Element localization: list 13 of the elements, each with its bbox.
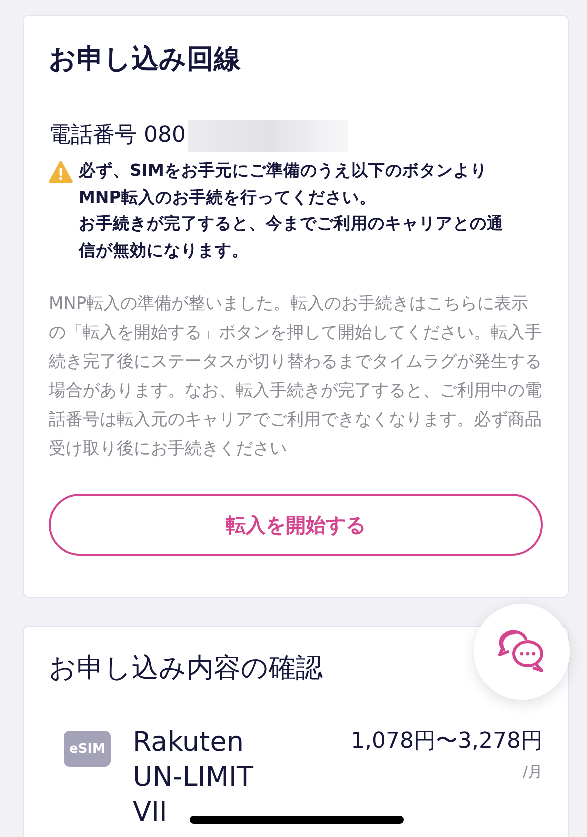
description-text: MNP転入の準備が整いました。転入のお手続きはこちらに表示の「転入を開始する」ボタンを押して開始してください。転入手続き完了後にステータスが切り替わるまでタイムラグが発生する場合があります。なお、転入手続きが完了すると、ご利用中の電話番号は転入元のキャリアでご利用できなくなります。必ず商品受け取り後にお手続きください [49,293,543,461]
phone-number-label: 電話番号 080 [49,122,186,150]
warning-text: 必ず、SIMをお手元にご準備のうえ以下のボタンよりMNP転入のお手続を行ってください。 [79,160,488,208]
plan-price: 1,078円〜3,278円 [351,728,543,756]
card-title: お申し込み内容の確認 [49,652,324,686]
card-title: お申し込み回線 [49,43,242,77]
warning-icon [49,161,73,183]
start-transfer-button[interactable]: 転入を開始する [49,494,543,556]
warning-text: お手続きが完了すると、今までご利用のキャリアとの通信が無効になります。 [79,213,505,262]
esim-badge: eSIM [64,731,111,767]
price-unit: /月 [522,763,543,782]
chat-bubbles-icon [498,630,546,674]
plan-name: Rakuten UN-LIMIT VII [133,726,254,830]
